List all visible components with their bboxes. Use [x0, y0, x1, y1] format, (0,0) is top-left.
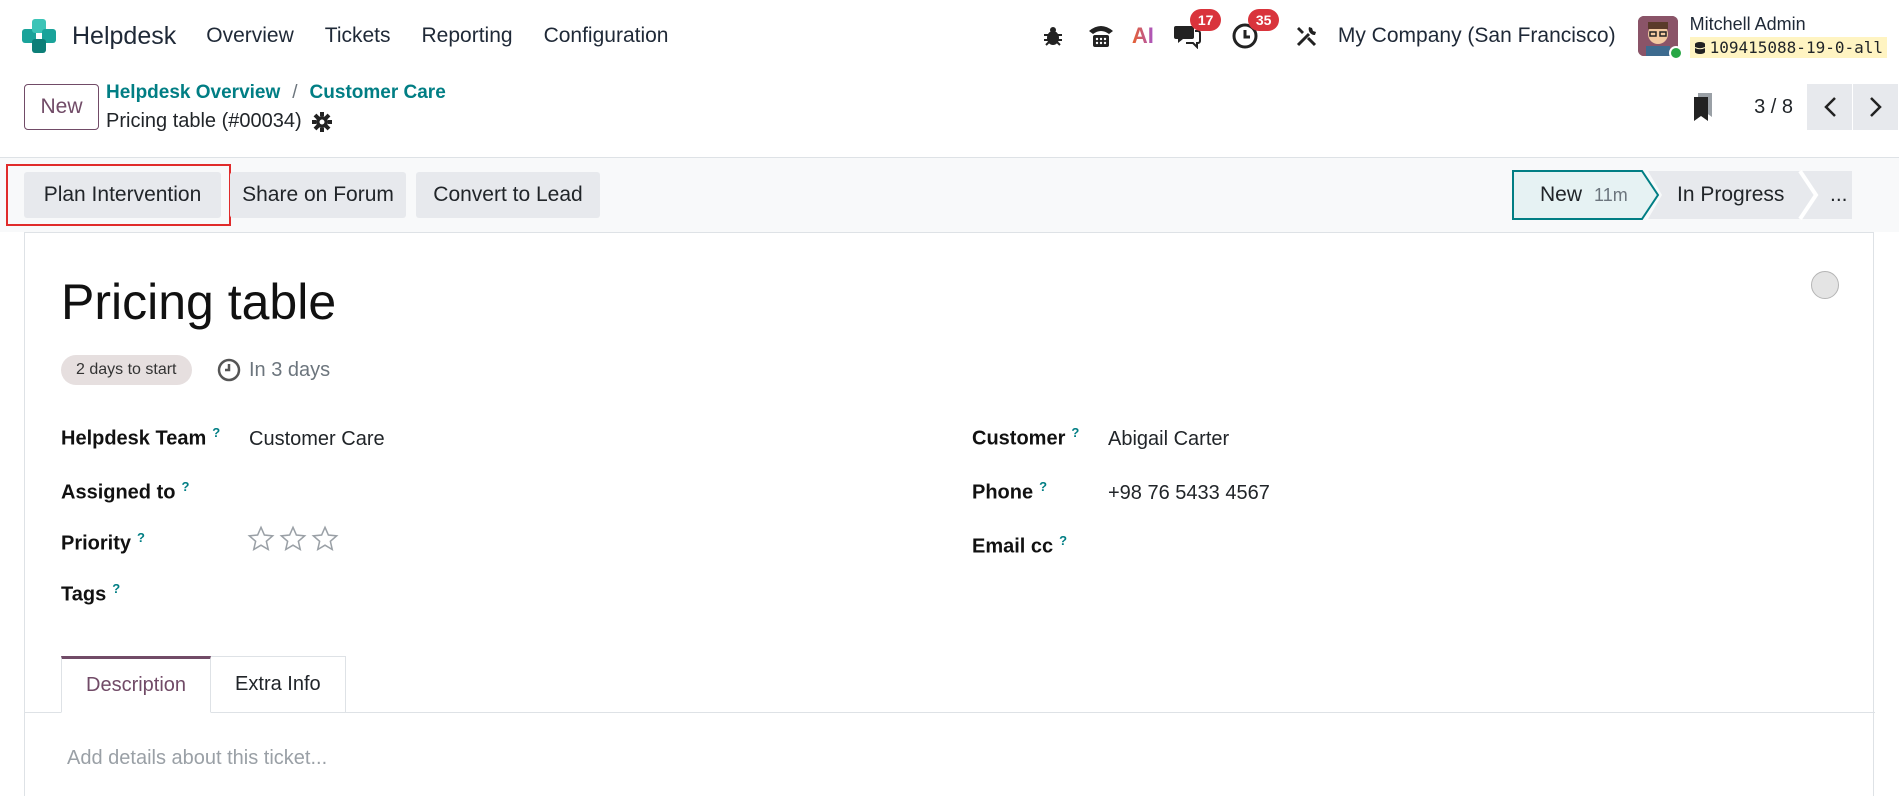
label-helpdesk-team: Helpdesk Team? — [61, 425, 221, 450]
new-button[interactable]: New — [24, 84, 99, 130]
clock-icon — [217, 358, 241, 382]
helpdesk-logo-icon — [22, 19, 56, 53]
breadcrumb-customer-care[interactable]: Customer Care — [310, 82, 446, 104]
ticket-title[interactable]: Pricing table — [61, 273, 336, 331]
notebook-tabs: Description Extra Info — [61, 656, 346, 713]
label-phone: Phone? — [972, 479, 1048, 504]
database-icon — [1694, 41, 1705, 54]
gear-icon[interactable] — [311, 111, 332, 132]
help-icon[interactable]: ? — [1071, 425, 1079, 440]
messages-badge: 17 — [1189, 9, 1222, 31]
helpdesk-team-value[interactable]: Customer Care — [249, 428, 385, 451]
label-email-cc: Email cc? — [972, 533, 1068, 558]
record-name-row: Pricing table (#00034) — [106, 110, 332, 133]
control-panel: New Helpdesk Overview / Customer Care Pr… — [0, 72, 1899, 158]
star-icon[interactable] — [279, 525, 307, 553]
convert-to-lead-button[interactable]: Convert to Lead — [416, 172, 600, 218]
breadcrumb: Helpdesk Overview / Customer Care — [106, 82, 446, 104]
sla-pill: 2 days to start — [61, 355, 192, 385]
stage-new-duration: 11m — [1594, 184, 1628, 205]
chevron-right-icon — [1869, 97, 1882, 117]
label-assigned-to: Assigned to? — [61, 479, 190, 504]
chevron-left-icon — [1823, 97, 1836, 117]
app-name: Helpdesk — [72, 21, 177, 50]
deadline-text: In 3 days — [249, 358, 331, 381]
messages-icon[interactable]: 17 — [1172, 9, 1222, 51]
help-icon[interactable]: ? — [112, 581, 120, 596]
breadcrumb-separator: / — [292, 82, 298, 103]
status-bar: Plan Intervention Share on Forum Convert… — [0, 158, 1899, 232]
menu-reporting[interactable]: Reporting — [422, 24, 513, 48]
ai-label: AI — [1131, 23, 1154, 48]
menu-configuration[interactable]: Configuration — [544, 24, 669, 48]
email-cc-input[interactable] — [1108, 533, 1808, 561]
label-priority: Priority? — [61, 530, 145, 555]
priority-stars — [247, 525, 343, 553]
app-brand[interactable]: Helpdesk — [22, 19, 176, 53]
tags-input[interactable] — [249, 581, 849, 609]
database-tag: 109415088-19-0-all — [1689, 37, 1887, 58]
stage-new-label: New — [1540, 183, 1583, 206]
phone-value[interactable]: +98 76 5433 4567 — [1108, 482, 1270, 505]
help-icon[interactable]: ? — [1059, 533, 1067, 548]
description-editor[interactable]: Add details about this ticket... — [67, 747, 327, 770]
systray: AI 17 35 My Company (San Francisco) Mitc… — [1038, 0, 1899, 72]
help-icon[interactable]: ? — [181, 479, 189, 494]
user-menu[interactable]: Mitchell Admin 109415088-19-0-all — [1637, 14, 1887, 60]
tab-description[interactable]: Description — [61, 656, 212, 713]
phone-icon[interactable] — [1086, 21, 1116, 51]
assigned-to-input[interactable] — [249, 479, 849, 507]
help-icon[interactable]: ? — [137, 530, 145, 545]
stage-new[interactable]: New 11m — [1540, 170, 1628, 220]
company-switcher[interactable]: My Company (San Francisco) — [1338, 24, 1616, 48]
pager-value[interactable]: 3 / 8 — [1754, 96, 1793, 119]
star-icon[interactable] — [247, 525, 275, 553]
menu-overview[interactable]: Overview — [206, 24, 294, 48]
highlight-box — [6, 164, 231, 226]
top-navbar: Helpdesk Overview Tickets Reporting Conf… — [0, 0, 1899, 72]
stage-more[interactable]: ... — [1830, 170, 1848, 220]
user-name: Mitchell Admin — [1689, 14, 1806, 34]
pager: 3 / 8 — [1692, 84, 1899, 130]
customer-value[interactable]: Abigail Carter — [1108, 428, 1229, 451]
tab-extra-info[interactable]: Extra Info — [211, 656, 346, 713]
deadline: In 3 days — [217, 355, 330, 385]
database-name: 109415088-19-0-all — [1709, 38, 1883, 57]
main-menu: Overview Tickets Reporting Configuration — [206, 24, 699, 48]
label-tags: Tags? — [61, 581, 121, 606]
pager-next-button[interactable] — [1853, 84, 1899, 130]
ai-icon[interactable]: AI — [1128, 21, 1158, 51]
help-icon[interactable]: ? — [212, 425, 220, 440]
kanban-state-dot[interactable] — [1811, 271, 1839, 299]
help-icon[interactable]: ? — [1039, 479, 1047, 494]
pager-previous-button[interactable] — [1807, 84, 1853, 130]
menu-tickets[interactable]: Tickets — [325, 24, 391, 48]
activities-badge: 35 — [1247, 9, 1280, 31]
debug-tools-icon[interactable] — [1292, 21, 1322, 51]
activities-clock-icon[interactable]: 35 — [1230, 9, 1280, 51]
stage-in-progress[interactable]: In Progress — [1677, 170, 1784, 220]
bookmark-icon[interactable] — [1692, 93, 1714, 121]
record-name: Pricing table (#00034) — [106, 110, 302, 132]
share-on-forum-button[interactable]: Share on Forum — [230, 172, 406, 218]
form-sheet: Pricing table 2 days to start In 3 days … — [24, 232, 1875, 796]
label-customer: Customer? — [972, 425, 1080, 450]
star-icon[interactable] — [311, 525, 339, 553]
online-status-dot — [1668, 46, 1683, 60]
breadcrumb-helpdesk-overview[interactable]: Helpdesk Overview — [106, 82, 280, 104]
bug-icon[interactable] — [1038, 21, 1068, 51]
avatar — [1637, 16, 1683, 60]
